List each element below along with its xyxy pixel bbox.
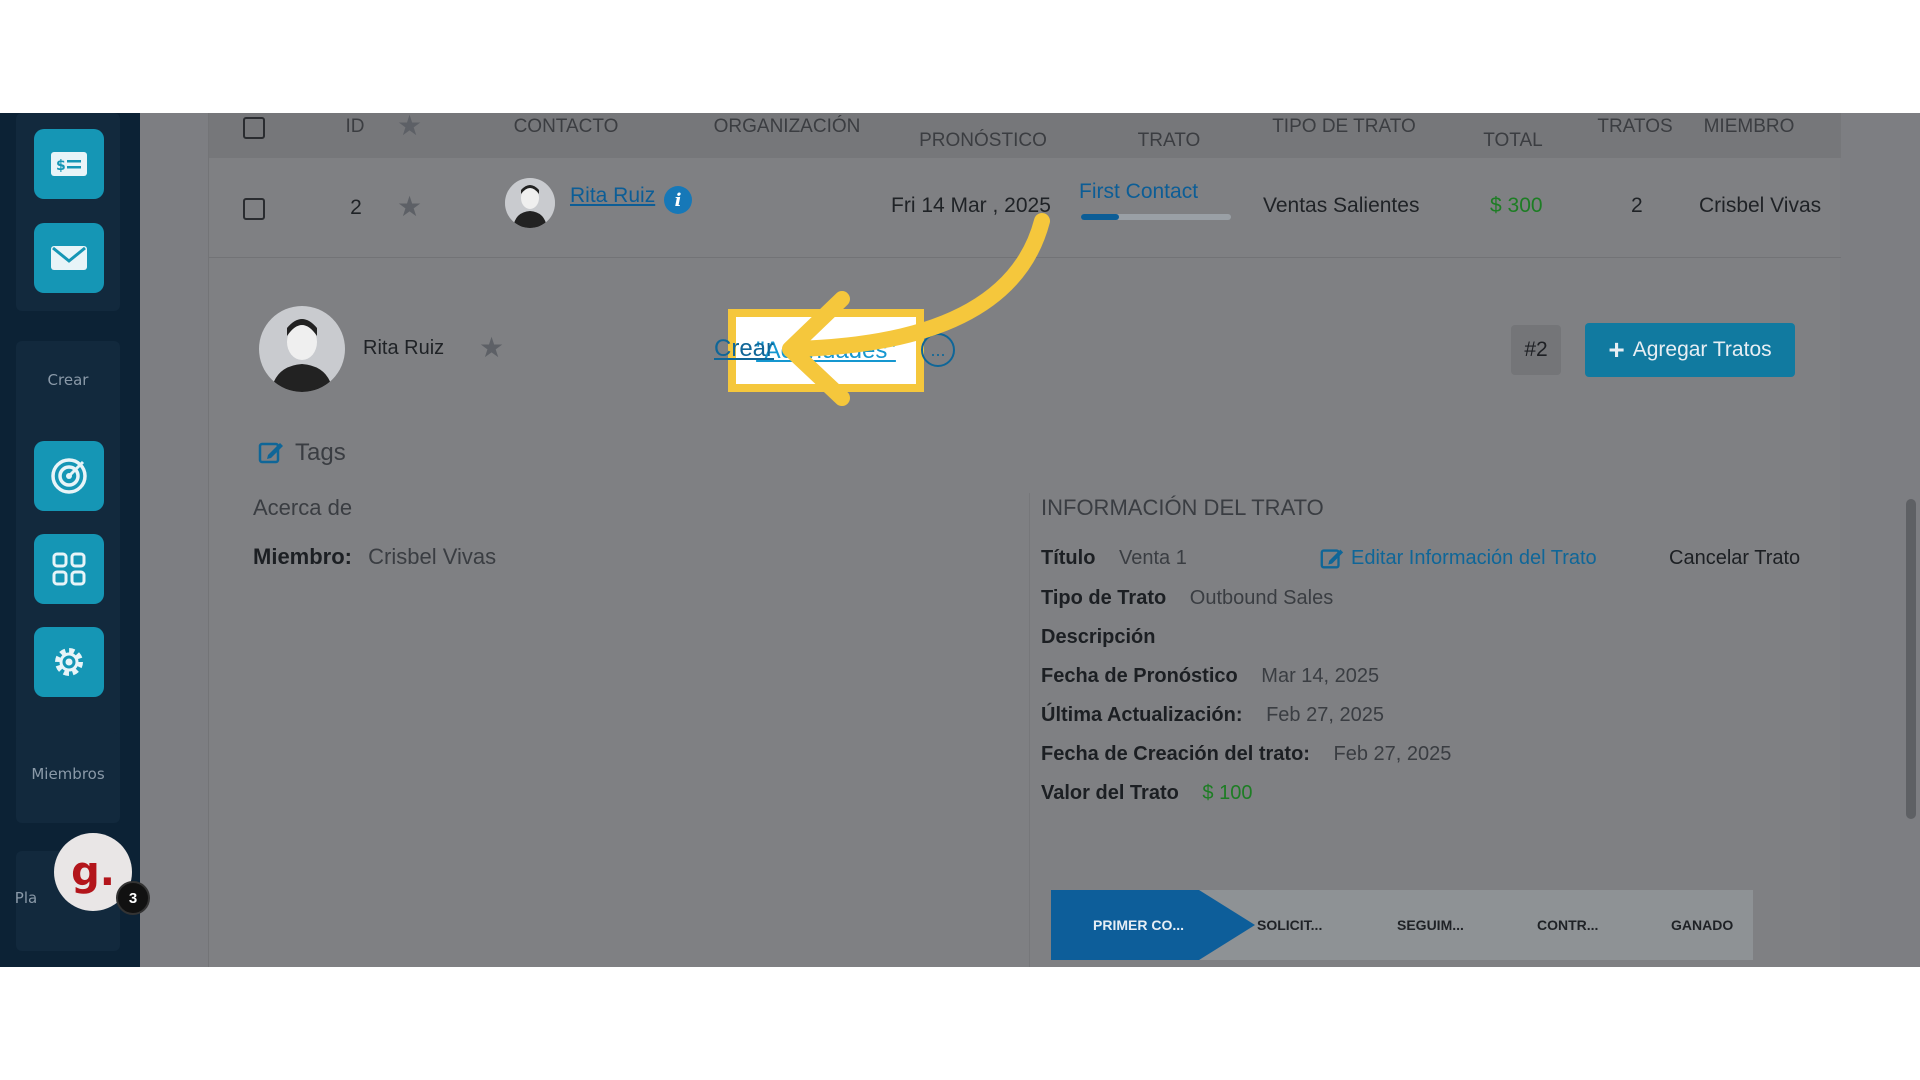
- apps-button[interactable]: [34, 534, 104, 604]
- column-divider: [1029, 493, 1030, 967]
- member-row: Miembro: Crisbel Vivas: [253, 544, 496, 570]
- member-value: Crisbel Vivas: [368, 544, 497, 569]
- deal-description-row: Descripción: [1041, 626, 1155, 649]
- col-etapa[interactable]: TRATO: [1079, 127, 1259, 155]
- sidebar: $ Crear Miembros Pla g. 3: [0, 113, 150, 967]
- cancel-deal-link[interactable]: Cancelar Trato: [1669, 547, 1800, 570]
- target-icon: [51, 458, 87, 494]
- actividades-tab[interactable]: "Actividades": [756, 337, 896, 365]
- about-heading: Acerca de: [253, 495, 353, 520]
- creacion-key: Fecha de Creación del trato:: [1041, 743, 1310, 765]
- creacion-value: Feb 27, 2025: [1333, 743, 1452, 765]
- add-deal-label: Agregar Tratos: [1632, 338, 1772, 361]
- scrollbar-thumb[interactable]: [1906, 499, 1916, 819]
- select-all-checkbox[interactable]: [243, 117, 265, 139]
- row-tipo: Ventas Salientes: [1263, 194, 1420, 217]
- star-header-icon[interactable]: ★: [397, 113, 422, 142]
- more-options-icon[interactable]: ...: [921, 333, 955, 367]
- row-id: 2: [350, 196, 362, 219]
- deal-title-row: Título Venta 1: [1041, 547, 1187, 570]
- col-fecha[interactable]: PRONÓSTICO: [893, 127, 1073, 155]
- pipeline-stages: PRIMER CO... SOLICIT... SEGUIM... CONTR.…: [1051, 890, 1753, 960]
- mail-button[interactable]: [34, 223, 104, 293]
- detail-contact-name: Rita Ruiz: [363, 337, 445, 359]
- gear-icon: [55, 648, 83, 676]
- contact-link[interactable]: Rita Ruiz: [570, 184, 655, 208]
- target-button[interactable]: [34, 441, 104, 511]
- tags-label[interactable]: Tags: [295, 439, 346, 467]
- svg-text:$: $: [56, 158, 66, 174]
- deal-type-row: Tipo de Trato Outbound Sales: [1041, 587, 1333, 610]
- stage-progress-fill: [1081, 214, 1119, 220]
- table-header: ID ★ CONTACTO ORGANIZACIÓN PRONÓSTICO TR…: [209, 113, 1841, 158]
- invoice-icon: $: [51, 152, 87, 176]
- member-key: Miembro:: [253, 544, 352, 569]
- titulo-value: Venta 1: [1119, 547, 1187, 569]
- deal-updated-row: Última Actualización: Feb 27, 2025: [1041, 704, 1384, 727]
- fecha-value: Mar 14, 2025: [1261, 665, 1380, 687]
- contact-avatar-large: [259, 306, 345, 392]
- settings-button[interactable]: [34, 627, 104, 697]
- tipo-value: Outbound Sales: [1189, 587, 1334, 609]
- col-contacto[interactable]: CONTACTO: [491, 113, 641, 141]
- sidebar-group-top: $: [16, 113, 120, 311]
- sidebar-label-crear: Crear: [47, 371, 89, 389]
- col-id[interactable]: ID: [325, 113, 385, 141]
- deals-card: ID ★ CONTACTO ORGANIZACIÓN PRONÓSTICO TR…: [208, 113, 1841, 967]
- pipeline-stage-5[interactable]: GANADO: [1671, 890, 1733, 960]
- col-organizacion[interactable]: ORGANIZACIÓN: [689, 113, 885, 141]
- edit-tags-icon[interactable]: [257, 438, 285, 471]
- valor-key: Valor del Trato: [1041, 782, 1179, 804]
- col-valor[interactable]: TOTAL: [1463, 127, 1563, 155]
- pipeline-stage-3[interactable]: SEGUIM...: [1397, 890, 1464, 960]
- deal-forecast-row: Fecha de Pronóstico Mar 14, 2025: [1041, 665, 1379, 688]
- col-tipo[interactable]: TIPO DE TRATO: [1239, 113, 1449, 141]
- pipeline-stage-1[interactable]: PRIMER CO...: [1093, 890, 1184, 960]
- crear-link[interactable]: Crear: [714, 335, 774, 363]
- actualizacion-value: Feb 27, 2025: [1266, 704, 1384, 726]
- row-checkbox[interactable]: [243, 198, 265, 220]
- plus-icon: +: [1608, 334, 1625, 365]
- person-icon: [505, 178, 555, 228]
- edit-icon: [1320, 549, 1344, 569]
- col-tratos[interactable]: TRATOS: [1585, 113, 1685, 141]
- detail-star-icon[interactable]: ★: [479, 331, 504, 364]
- sidebar-group-miembros: Miembros: [16, 733, 120, 823]
- row-etapa[interactable]: First Contact: [1079, 180, 1198, 204]
- titulo-key: Título: [1041, 547, 1096, 569]
- descripcion-key: Descripción: [1041, 626, 1156, 648]
- row-valor: $ 300: [1490, 194, 1543, 217]
- add-deal-button[interactable]: + Agregar Tratos: [1585, 323, 1795, 377]
- notification-badge: 3: [116, 881, 150, 915]
- edit-deal-link[interactable]: Editar Información del Trato: [1319, 545, 1597, 571]
- pipeline-stage-4[interactable]: CONTR...: [1537, 890, 1598, 960]
- mail-icon: [51, 246, 87, 270]
- sidebar-label-miembros[interactable]: Miembros: [16, 765, 120, 783]
- valor-value: $ 100: [1202, 782, 1253, 804]
- fecha-key: Fecha de Pronóstico: [1041, 665, 1238, 687]
- row-tratos: 2: [1631, 194, 1643, 217]
- invoice-button[interactable]: $: [34, 129, 104, 199]
- stage-progress-bar: [1081, 214, 1231, 220]
- contact-avatar: [505, 178, 555, 228]
- row-fecha: Fri 14 Mar , 2025: [891, 194, 1051, 217]
- tipo-key: Tipo de Trato: [1041, 587, 1167, 609]
- row-miembro: Crisbel Vivas: [1699, 194, 1822, 217]
- deal-number-badge: #2: [1511, 325, 1561, 375]
- row-star-icon[interactable]: ★: [397, 190, 422, 223]
- deal-value-row: Valor del Trato $ 100: [1041, 782, 1252, 805]
- info-icon[interactable]: i: [664, 186, 692, 214]
- deal-info-heading: INFORMACIÓN DEL TRATO: [1041, 495, 1324, 520]
- actualizacion-key: Última Actualización:: [1041, 704, 1243, 726]
- app-stage: $ Crear Miembros Pla g. 3 ID ★ CONTACTO …: [0, 113, 1920, 967]
- person-icon-large: [259, 306, 345, 392]
- pipeline-stage-2[interactable]: SOLICIT...: [1257, 890, 1322, 960]
- edit-deal-label[interactable]: Editar Información del Trato: [1351, 547, 1597, 570]
- table-row[interactable]: 2 ★ Rita Ruiz i Fri 14 Mar , 2025 First …: [209, 158, 1841, 258]
- apps-grid-icon: [52, 552, 86, 586]
- deal-created-row: Fecha de Creación del trato: Feb 27, 202…: [1041, 743, 1451, 766]
- col-miembro[interactable]: MIEMBRO: [1689, 113, 1809, 141]
